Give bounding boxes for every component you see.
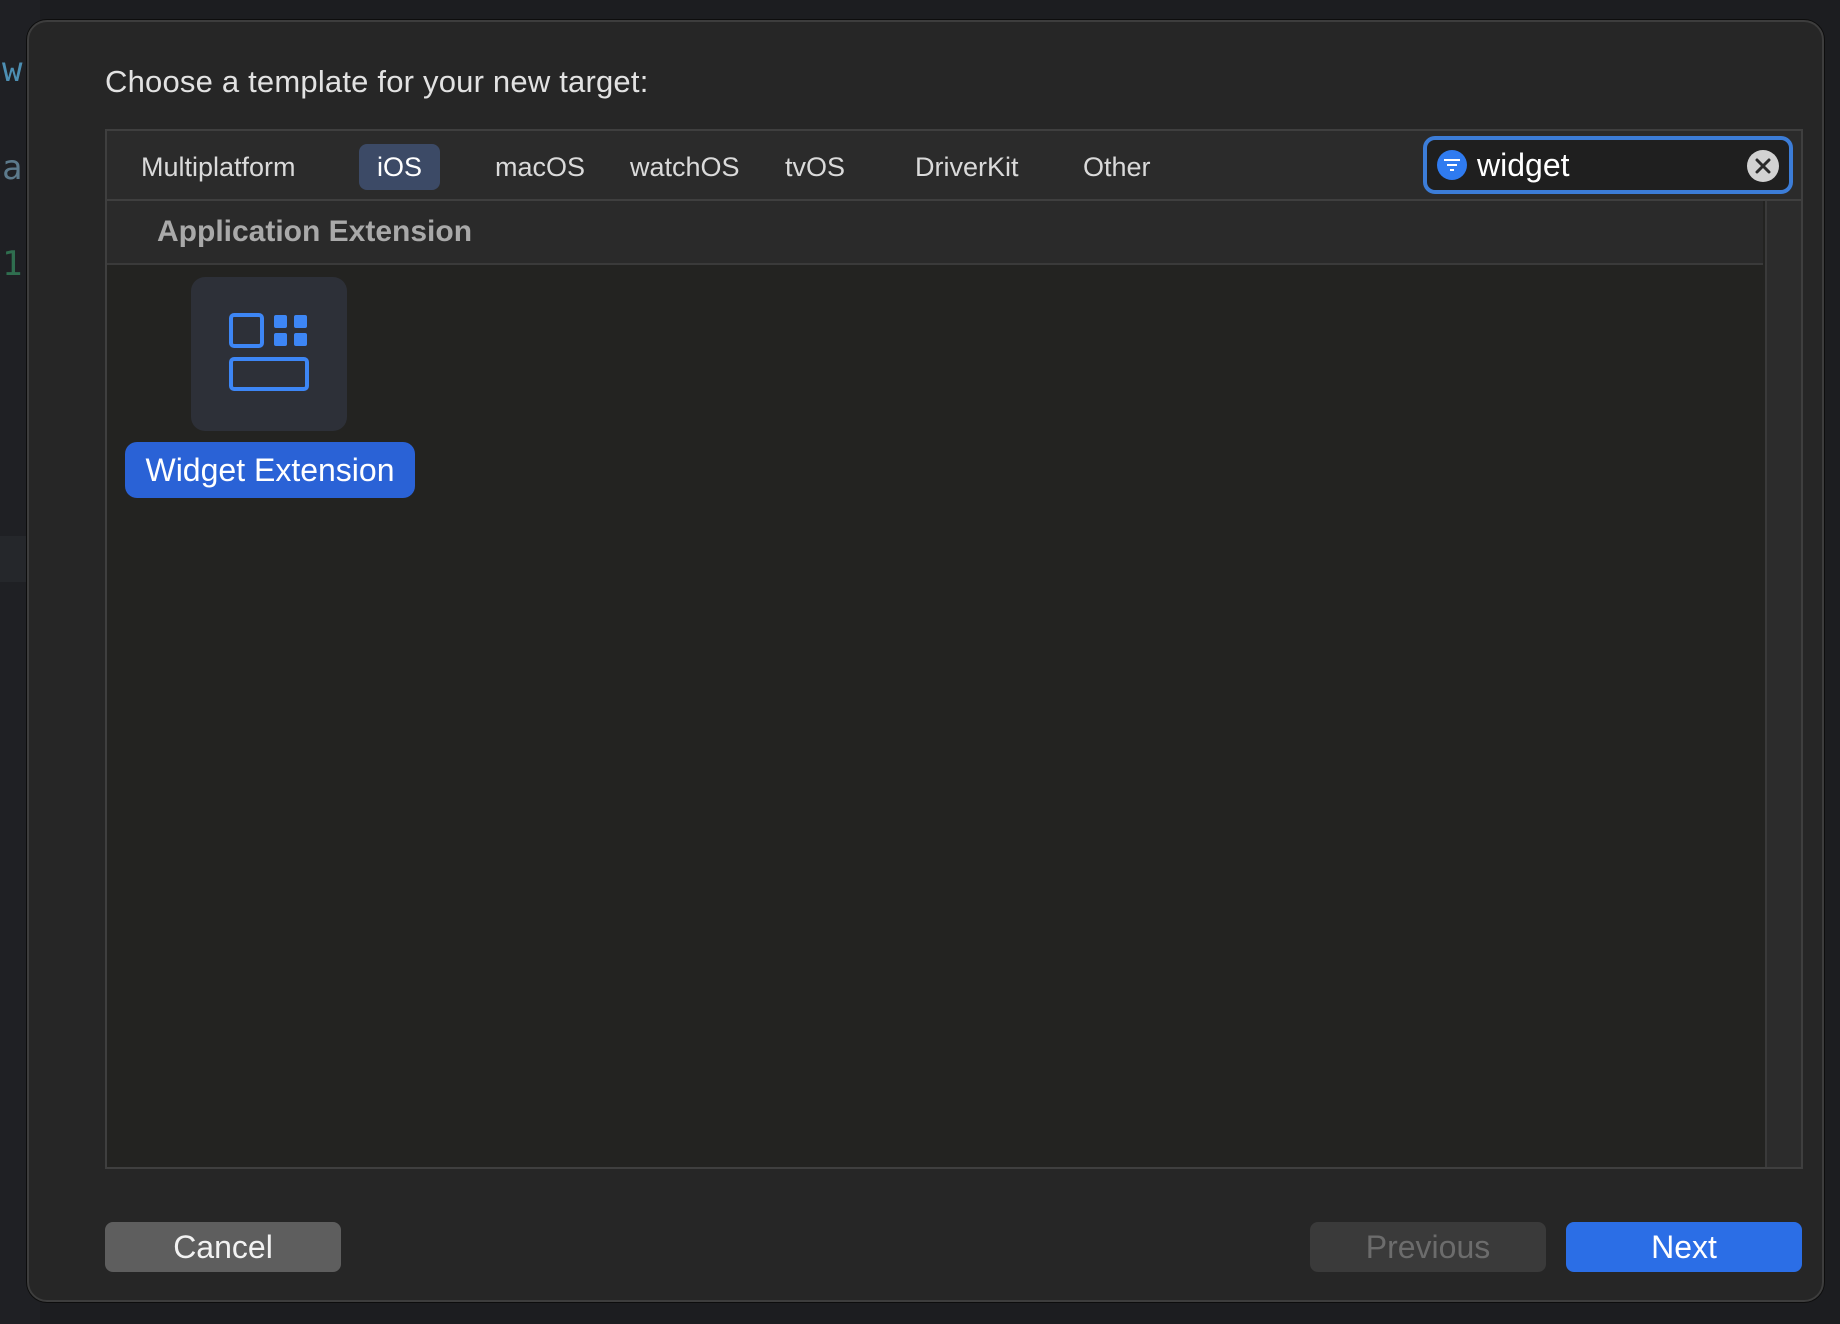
clear-icon[interactable] xyxy=(1747,150,1779,182)
platform-tab-bar: Multiplatform iOS macOS watchOS tvOS Dri… xyxy=(107,131,1801,201)
tab-macos[interactable]: macOS xyxy=(477,144,603,190)
template-chooser-sheet: Choose a template for your new target: M… xyxy=(27,20,1824,1302)
filter-icon[interactable] xyxy=(1437,150,1467,180)
tab-multiplatform[interactable]: Multiplatform xyxy=(123,144,314,190)
search-input[interactable]: widget xyxy=(1477,140,1570,190)
next-button[interactable]: Next xyxy=(1566,1222,1802,1272)
section-header: Application Extension xyxy=(107,201,1763,265)
widget-extension-icon[interactable] xyxy=(191,277,347,431)
tab-driverkit[interactable]: DriverKit xyxy=(897,144,1037,190)
dialog-title: Choose a template for your new target: xyxy=(105,64,649,99)
template-search-field[interactable]: widget xyxy=(1423,136,1793,194)
tab-tvos[interactable]: tvOS xyxy=(767,144,863,190)
cancel-button[interactable]: Cancel xyxy=(105,1222,341,1272)
editor-char: 1 xyxy=(2,244,23,284)
editor-char: w xyxy=(2,50,23,90)
previous-button[interactable]: Previous xyxy=(1310,1222,1546,1272)
template-panel: Multiplatform iOS macOS watchOS tvOS Dri… xyxy=(105,129,1803,1169)
template-widget-extension[interactable]: Widget Extension xyxy=(125,277,419,507)
tab-other[interactable]: Other xyxy=(1065,144,1169,190)
template-label[interactable]: Widget Extension xyxy=(125,442,415,498)
section-title: Application Extension xyxy=(157,215,473,248)
scrollbar-track[interactable] xyxy=(1765,201,1801,1167)
tab-ios[interactable]: iOS xyxy=(359,144,441,190)
tab-watchos[interactable]: watchOS xyxy=(612,144,758,190)
editor-char: a xyxy=(2,148,23,188)
